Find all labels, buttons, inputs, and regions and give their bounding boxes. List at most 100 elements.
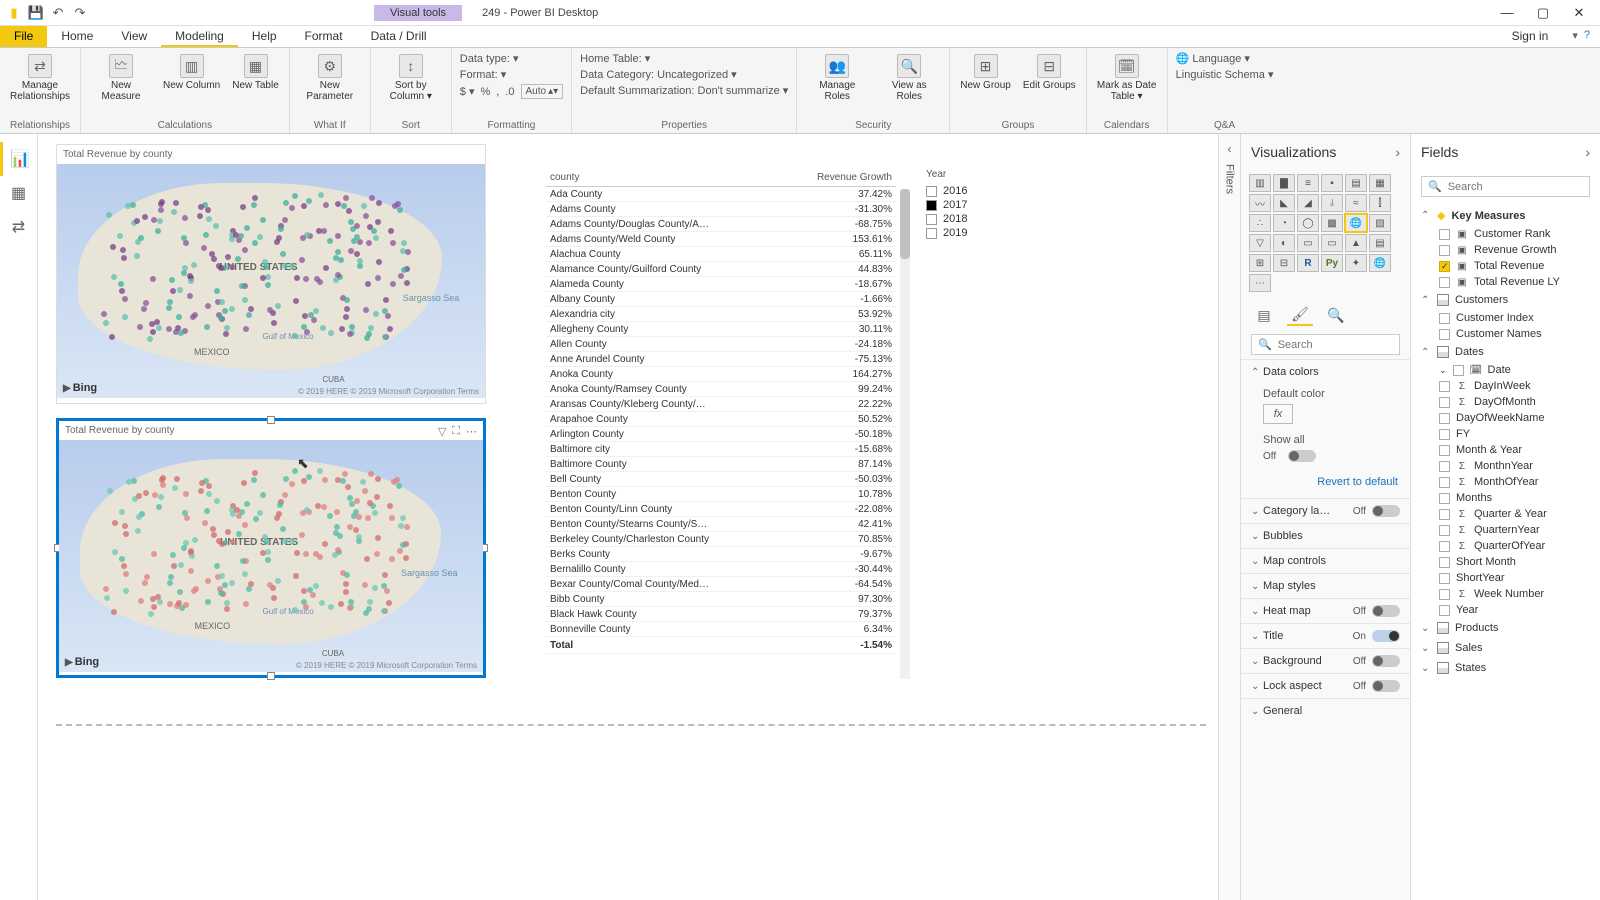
field-months[interactable]: Months [1411,490,1600,506]
viz-multi-card-icon[interactable]: ▭ [1321,234,1343,252]
fields-search[interactable]: 🔍 [1421,176,1590,197]
model-view-button[interactable]: ⇄ [0,210,37,244]
field-total-revenue[interactable]: ▣Total Revenue [1411,258,1600,274]
new-table-button[interactable]: ▦New Table [230,52,281,93]
fields-search-input[interactable] [1448,181,1583,193]
heat-map-toggle[interactable] [1372,605,1400,617]
field-customer-names[interactable]: Customer Names [1411,326,1600,342]
new-column-button[interactable]: ▥New Column [161,52,222,93]
table-row[interactable]: Berkeley County/Charleston County70.85% [546,532,896,547]
table-row[interactable]: Allegheny County30.11% [546,322,896,337]
field-dayofmonth[interactable]: ΣDayOfMonth [1411,394,1600,410]
table-row[interactable]: Bexar County/Comal County/Med…-64.54% [546,577,896,592]
viz-import-icon[interactable]: ⋯ [1249,274,1271,292]
table-row[interactable]: Adams County/Weld County153.61% [546,232,896,247]
report-canvas[interactable]: Total Revenue by county UNITED STATES ME… [38,134,1218,900]
tab-data-drill[interactable]: Data / Drill [357,26,441,47]
comma-button[interactable]: , [496,86,499,98]
default-summarization-dropdown[interactable]: Default Summarization: Don't summarize ▾ [580,84,788,97]
table-scrollbar[interactable] [900,189,910,679]
field-quarter-year[interactable]: ΣQuarter & Year [1411,506,1600,522]
tab-format[interactable]: Format [291,26,357,47]
data-category-dropdown[interactable]: Data Category: Uncategorized ▾ [580,68,788,81]
table-dates[interactable]: ⌃Dates [1411,342,1600,362]
table-row[interactable]: Alachua County65.11% [546,247,896,262]
tab-file[interactable]: File [0,26,47,47]
filters-pane-collapsed[interactable]: ‹ Filters [1218,134,1240,900]
table-products[interactable]: ⌄Products [1411,618,1600,638]
new-group-button[interactable]: ⊞New Group [958,52,1013,93]
table-row[interactable]: Benton County10.78% [546,487,896,502]
report-view-button[interactable]: 📊 [0,142,37,176]
chevron-down-icon[interactable]: ▾ [1572,29,1578,44]
table-row[interactable]: Arapahoe County50.52% [546,412,896,427]
viz-arcgis-icon[interactable]: 🌐 [1369,254,1391,272]
mark-date-table-button[interactable]: 🗓Mark as Date Table ▾ [1095,52,1159,104]
format-search[interactable]: 🔍 [1251,334,1400,355]
collapse-fields-icon[interactable]: › [1585,144,1590,160]
focus-mode-icon[interactable]: ⛶ [452,425,460,438]
map-visual-2[interactable]: Total Revenue by county ▽ ⛶ ⋯ UNITED STA… [56,418,486,678]
view-as-roles-button[interactable]: 🔍View as Roles [877,52,941,104]
resize-handle-bottom[interactable] [267,672,275,680]
viz-kpi-icon[interactable]: ▲ [1345,234,1367,252]
section-background[interactable]: ⌄BackgroundOff [1241,649,1410,673]
field-shortyear[interactable]: ShortYear [1411,570,1600,586]
section-map-controls[interactable]: ⌄Map controls [1241,549,1410,573]
viz-matrix-icon[interactable]: ⊟ [1273,254,1295,272]
close-button[interactable]: ✕ [1562,2,1596,24]
lock-aspect-toggle[interactable] [1372,680,1400,692]
table-row[interactable]: Anne Arundel County-75.13% [546,352,896,367]
language-dropdown[interactable]: 🌐 Language ▾ [1176,52,1274,65]
section-heat-map[interactable]: ⌄Heat mapOff [1241,599,1410,623]
table-key-measures[interactable]: ⌃◆Key Measures [1411,205,1600,226]
viz-100-bar-icon[interactable]: ▤ [1345,174,1367,192]
viz-filled-map-icon[interactable]: ▧ [1369,214,1391,232]
viz-pie-icon[interactable]: ◔ [1273,214,1295,232]
viz-gauge-icon[interactable]: ◐ [1273,234,1295,252]
home-table-dropdown[interactable]: Home Table: ▾ [580,52,788,65]
table-row[interactable]: Baltimore city-15.68% [546,442,896,457]
field-quarternyear[interactable]: ΣQuarternYear [1411,522,1600,538]
manage-roles-button[interactable]: 👥Manage Roles [805,52,869,104]
viz-line-column-icon[interactable]: ⫰ [1321,194,1343,212]
table-row[interactable]: Anoka County164.27% [546,367,896,382]
viz-key-influencers-icon[interactable]: ✦ [1345,254,1367,272]
section-category-labels[interactable]: ⌄Category la…Off [1241,499,1410,523]
field-revenue-growth[interactable]: ▣Revenue Growth [1411,242,1600,258]
tab-modeling[interactable]: Modeling [161,26,238,47]
field-fy[interactable]: FY [1411,426,1600,442]
field-shortmonth[interactable]: Short Month [1411,554,1600,570]
more-options-icon[interactable]: ⋯ [466,425,477,438]
table-states[interactable]: ⌄States [1411,658,1600,678]
table-sales[interactable]: ⌄Sales [1411,638,1600,658]
undo-icon[interactable]: ↶ [50,5,66,21]
section-lock-aspect[interactable]: ⌄Lock aspectOff [1241,674,1410,698]
tab-home[interactable]: Home [47,26,107,47]
default-color-swatch[interactable]: fx [1263,404,1293,424]
field-year[interactable]: Year [1411,602,1600,618]
viz-stacked-area-icon[interactable]: ◢ [1297,194,1319,212]
field-monthnyear[interactable]: ΣMonthnYear [1411,458,1600,474]
tab-help[interactable]: Help [238,26,291,47]
table-row[interactable]: Bell County-50.03% [546,472,896,487]
table-row[interactable]: Arlington County-50.18% [546,427,896,442]
minimize-button[interactable]: — [1490,2,1524,24]
manage-relationships-button[interactable]: ⇄Manage Relationships [8,52,72,104]
viz-100-column-icon[interactable]: ▦ [1369,174,1391,192]
maximize-button[interactable]: ▢ [1526,2,1560,24]
table-row[interactable]: Benton County/Linn County-22.08% [546,502,896,517]
viz-treemap-icon[interactable]: ▩ [1321,214,1343,232]
viz-area-icon[interactable]: ◣ [1273,194,1295,212]
new-parameter-button[interactable]: ⚙New Parameter [298,52,362,104]
percent-button[interactable]: % [480,86,490,98]
save-icon[interactable]: 💾 [28,5,44,21]
show-all-toggle[interactable] [1288,450,1316,462]
help-icon[interactable]: ? [1584,29,1590,44]
tab-view[interactable]: View [107,26,161,47]
viz-clustered-column-icon[interactable]: ▪ [1321,174,1343,192]
data-type-dropdown[interactable]: Data type: ▾ [460,52,563,65]
col-county[interactable]: county [546,169,780,187]
field-weeknumber[interactable]: ΣWeek Number [1411,586,1600,602]
filter-icon[interactable]: ▽ [438,425,446,438]
